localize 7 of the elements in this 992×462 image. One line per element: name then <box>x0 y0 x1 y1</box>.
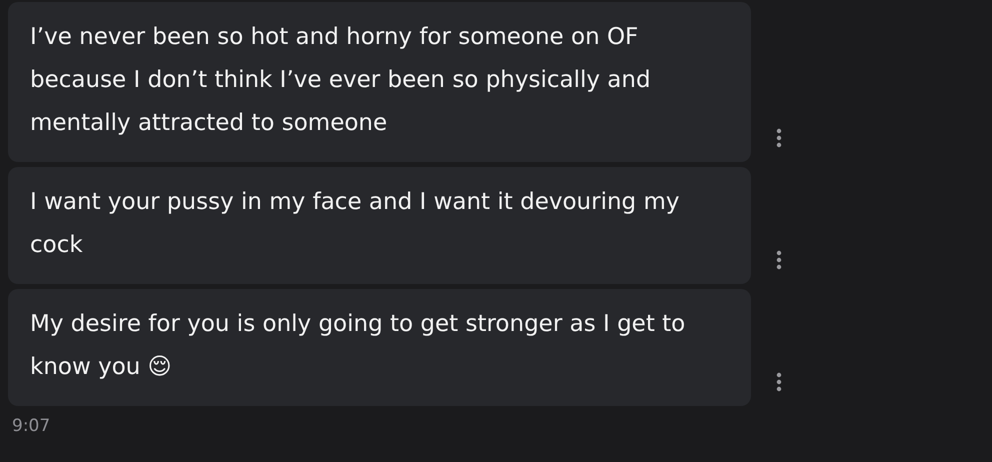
message-text: My desire for you is only going to get stronger as I get to know you 😌 <box>30 310 686 382</box>
more-options-icon[interactable] <box>776 250 782 270</box>
message-text: I want your pussy in my face and I want it devouring my cock <box>30 188 680 260</box>
more-options-icon[interactable] <box>776 128 782 148</box>
message-time: 9:07 <box>12 416 50 436</box>
message-text: I’ve never been so hot and horny for someone on OF because I don’t think I’ve ever been so physically and mentally attracted to someone <box>30 23 652 138</box>
more-options-icon[interactable] <box>776 372 782 392</box>
